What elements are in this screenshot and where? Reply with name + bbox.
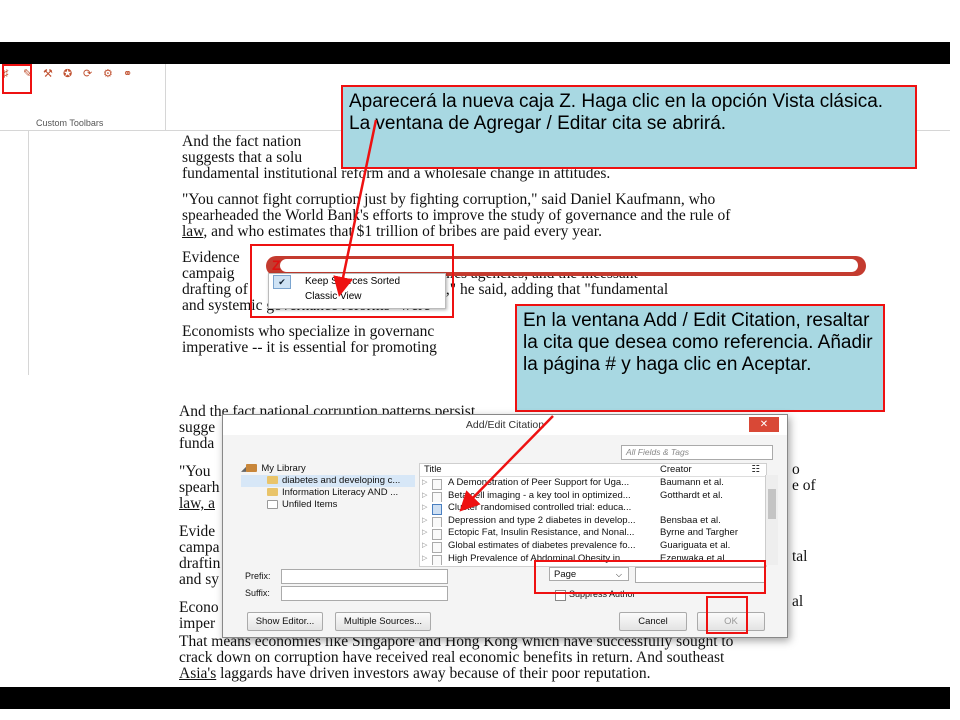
- arrow-to-citation-row: [459, 415, 554, 512]
- bottom-letterbox: [0, 687, 950, 709]
- zotero-logo-icon[interactable]: Z: [272, 257, 281, 273]
- annotation-arrows: [333, 119, 554, 512]
- arrow-to-classic-view: [333, 119, 378, 297]
